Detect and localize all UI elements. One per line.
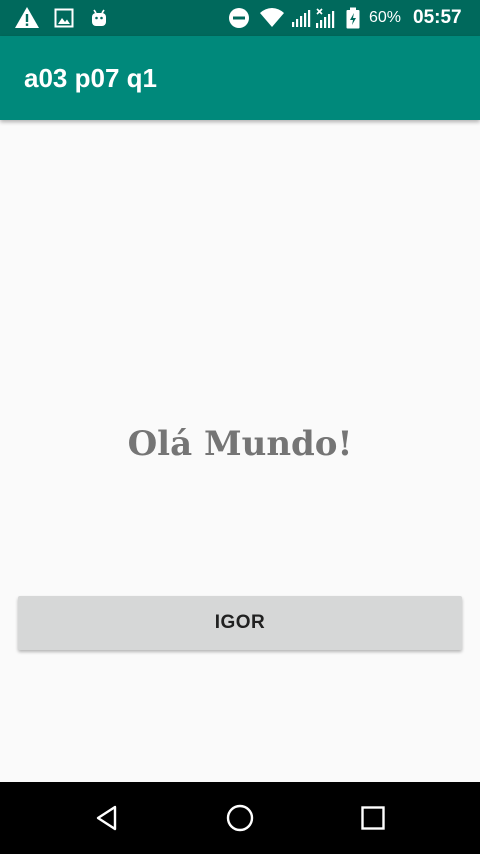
status-bar: 60% 05:57 xyxy=(0,0,480,36)
warning-icon xyxy=(14,6,40,30)
app-title: a03 p07 q1 xyxy=(24,63,157,93)
app-screen: 60% 05:57 a03 p07 q1 Olá Mundo! IGOR xyxy=(0,0,480,854)
wifi-icon xyxy=(258,6,286,30)
home-icon[interactable] xyxy=(222,800,258,836)
navigation-bar xyxy=(0,782,480,854)
do-not-disturb-icon xyxy=(227,6,251,30)
status-clock: 05:57 xyxy=(413,7,462,28)
back-icon[interactable] xyxy=(89,800,125,836)
battery-icon xyxy=(344,6,362,30)
battery-percentage: 60% xyxy=(369,9,402,26)
signal-icon xyxy=(290,6,312,30)
main-content: Olá Mundo! IGOR xyxy=(0,120,480,782)
android-icon xyxy=(88,6,110,30)
greeting-text: Olá Mundo! xyxy=(127,424,353,464)
app-bar: a03 p07 q1 xyxy=(0,36,480,120)
igor-button[interactable]: IGOR xyxy=(18,596,462,650)
image-icon xyxy=(53,6,75,30)
signal-no-data-icon xyxy=(314,6,336,30)
recents-icon[interactable] xyxy=(355,800,391,836)
